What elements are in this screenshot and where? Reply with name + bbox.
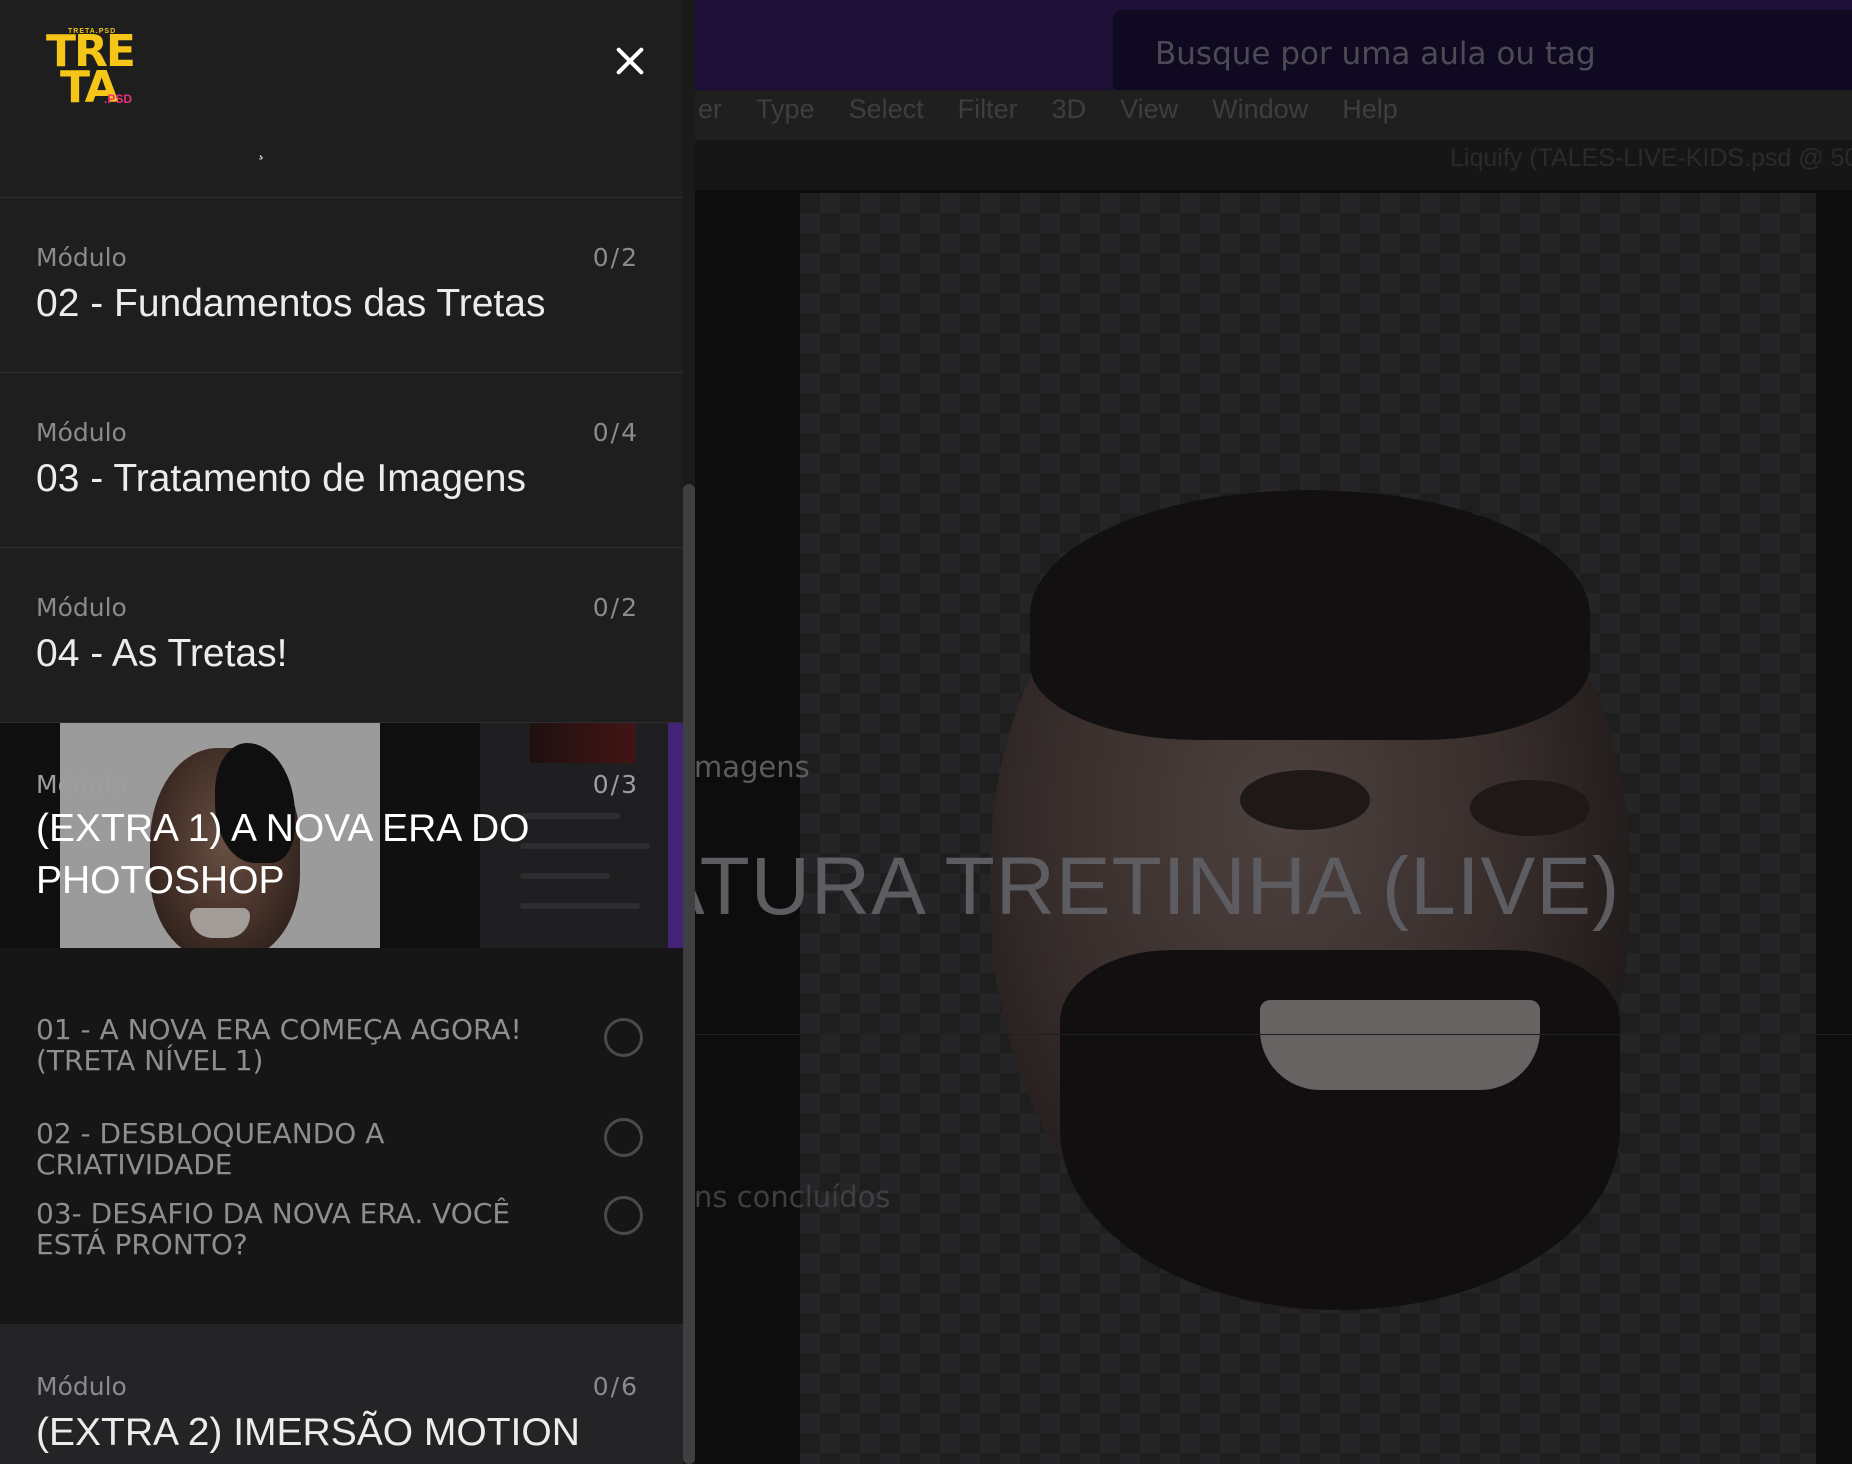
module-progress: 0/6	[592, 1372, 639, 1401]
scrollbar-thumb[interactable]	[683, 484, 695, 1464]
module-item[interactable]: Módulo 0/2 02 - Fundamentos das Tretas	[0, 199, 683, 373]
logo-suffix: .PSD	[104, 92, 133, 106]
module-progress: 0/4	[592, 418, 639, 447]
lesson-checkbox[interactable]	[604, 1118, 643, 1157]
lesson-checkbox[interactable]	[604, 1196, 643, 1235]
module-item[interactable]: Módulo 0/4 03 - Tratamento de Imagens	[0, 374, 683, 548]
lesson-title: 03- DESAFIO DA NOVA ERA. VOCÊ ESTÁ PRONT…	[36, 1197, 511, 1261]
lesson-title: 01 - A NOVA ERA COMEÇA AGORA! (TRETA NÍV…	[36, 1013, 522, 1077]
module-kicker: Módulo	[36, 770, 127, 799]
module-title: (EXTRA 2) IMERSÃO MOTION	[36, 1411, 580, 1454]
module-title: 04 - As Tretas!	[36, 632, 288, 675]
module-kicker: Módulo	[36, 593, 127, 622]
module-kicker: Módulo	[36, 243, 127, 272]
module-progress: 0/2	[592, 243, 639, 272]
module-item-active[interactable]: Módulo 0/3 (EXTRA 1) A NOVA ERA DO PHOTO…	[0, 723, 683, 948]
module-kicker: Módulo	[36, 1372, 127, 1401]
module-title: 02 - Fundamentos das Tretas	[36, 282, 546, 325]
lesson-list: 01 - A NOVA ERA COMEÇA AGORA! (TRETA NÍV…	[0, 948, 683, 1324]
module-item[interactable]: Módulo 0/6 (EXTRA 2) IMERSÃO MOTION	[0, 1324, 683, 1464]
header-mark: ¸	[258, 138, 265, 160]
module-sidebar: TRETA.PSD TRE TA .PSD ¸ Módulo 0/2 02 - …	[0, 0, 695, 1464]
sidebar-header: TRETA.PSD TRE TA .PSD ¸	[0, 0, 683, 198]
lesson-title: 02 - DESBLOQUEANDO A CRIATIVIDADE	[36, 1117, 385, 1181]
module-kicker: Módulo	[36, 418, 127, 447]
module-item[interactable]: Módulo 0/2 04 - As Tretas!	[0, 549, 683, 723]
lesson-item[interactable]: 03- DESAFIO DA NOVA ERA. VOCÊ ESTÁ PRONT…	[0, 1196, 683, 1270]
module-title: 03 - Tratamento de Imagens	[36, 457, 526, 500]
lesson-item[interactable]: 02 - DESBLOQUEANDO A CRIATIVIDADE	[0, 1118, 683, 1180]
lesson-checkbox[interactable]	[604, 1018, 643, 1057]
lesson-item[interactable]: 01 - A NOVA ERA COMEÇA AGORA! (TRETA NÍV…	[0, 1014, 683, 1086]
treta-logo[interactable]: TRETA.PSD TRE TA .PSD	[46, 28, 146, 110]
module-title: (EXTRA 1) A NOVA ERA DO PHOTOSHOP	[36, 807, 530, 902]
close-icon[interactable]	[608, 40, 652, 84]
module-progress: 0/2	[592, 593, 639, 622]
module-progress: 0/3	[592, 770, 639, 799]
